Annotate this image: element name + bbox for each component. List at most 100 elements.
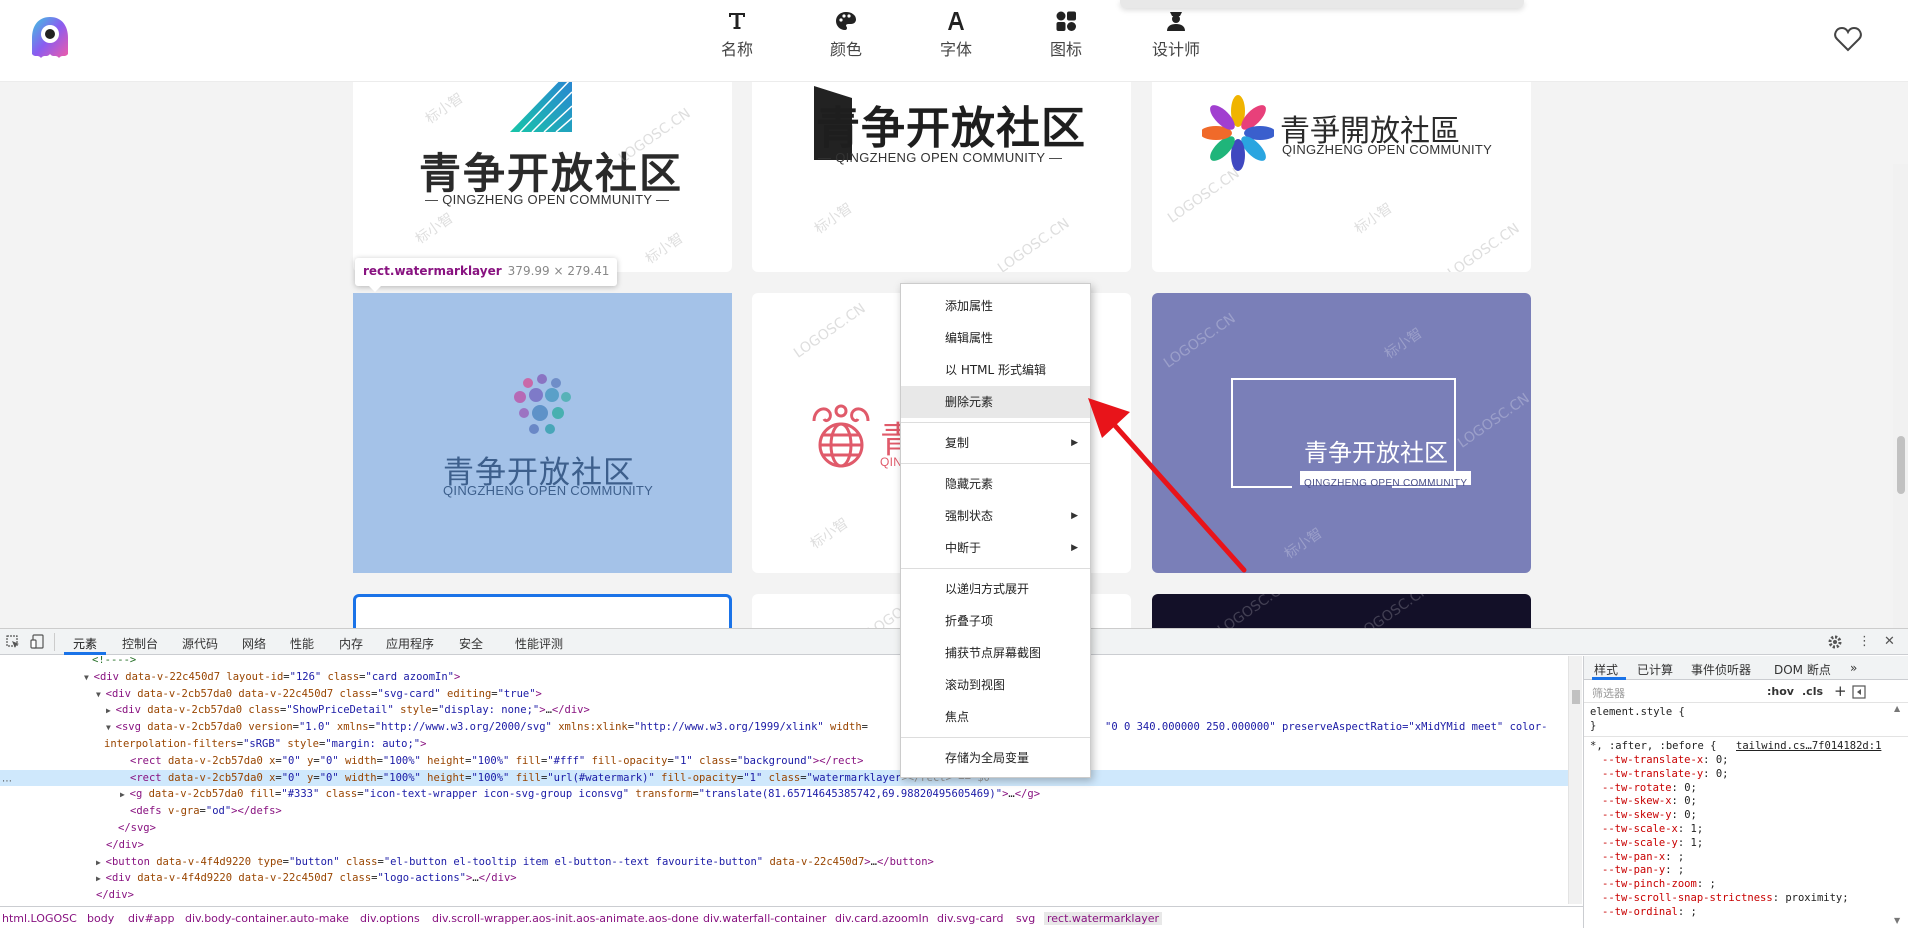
menu-item-add-attribute[interactable]: 添加属性 — [901, 290, 1090, 322]
dom-node[interactable]: ▶ <div data-v-4f4d9220 data-v-22c450d7 c… — [0, 870, 517, 887]
breadcrumb-item[interactable]: div.body-container.auto-make — [185, 912, 349, 925]
css-property[interactable]: --tw-translate-x: 0; — [1602, 754, 1728, 768]
gear-icon[interactable] — [1827, 634, 1843, 650]
menu-item-edit-attribute[interactable]: 编辑属性 — [901, 322, 1090, 354]
menu-item-focus[interactable]: 焦点 — [901, 701, 1090, 733]
menu-item-delete-element[interactable]: 删除元素 — [901, 386, 1090, 418]
rule-source-link[interactable]: tailwind.cs…7f014182d:1 — [1736, 740, 1881, 754]
menu-item-expand-recursively[interactable]: 以递归方式展开 — [901, 573, 1090, 605]
breadcrumb-item[interactable]: div.options — [360, 912, 420, 925]
tab-memory[interactable]: 内存 — [339, 635, 363, 652]
menu-item-edit-as-html[interactable]: 以 HTML 形式编辑 — [901, 354, 1090, 386]
tab-event-listeners[interactable]: 事件侦听器 — [1691, 661, 1751, 678]
tab-styles[interactable]: 样式 — [1594, 661, 1618, 678]
menu-item-store-global[interactable]: 存储为全局变量 — [901, 742, 1090, 774]
css-property[interactable]: --tw-skew-y: 0; — [1602, 809, 1697, 823]
cls-toggle-button[interactable]: .cls — [1802, 685, 1823, 698]
tab-dom-breakpoints[interactable]: DOM 断点 — [1774, 661, 1831, 678]
nav-item-name[interactable]: 名称 — [702, 8, 772, 60]
dom-node[interactable]: </svg> — [0, 820, 156, 837]
css-property[interactable]: --tw-scale-y: 1; — [1602, 837, 1703, 851]
breadcrumb-item[interactable]: div#app — [128, 912, 174, 925]
collapse-triangle-icon[interactable]: ▶ — [96, 874, 106, 883]
page-scrollbar[interactable] — [1893, 164, 1908, 628]
toggle-sidebar-icon[interactable] — [1852, 685, 1866, 699]
collapse-triangle-icon[interactable]: ▶ — [120, 790, 130, 799]
expand-triangle-icon[interactable]: ▼ — [96, 690, 106, 699]
dom-node[interactable]: <rect data-v-2cb57da0 x="0" y="0" width=… — [0, 753, 863, 770]
logo-card[interactable]: 青争开放社区 — QINGZHENG OPEN COMMUNITY — 标小智 … — [752, 82, 1131, 272]
tab-application[interactable]: 应用程序 — [386, 635, 434, 652]
tab-elements[interactable]: 元素 — [73, 635, 97, 652]
breadcrumb-item[interactable]: html.LOGOSC — [2, 912, 77, 925]
scroll-down-arrow-icon[interactable]: ▼ — [1894, 916, 1900, 925]
dom-node[interactable]: ▶ <div data-v-2cb57da0 class="ShowPriceD… — [0, 702, 590, 719]
breadcrumb-item[interactable]: div.waterfall-container — [703, 912, 826, 925]
breadcrumb-item-current[interactable]: rect.watermarklayer — [1044, 912, 1162, 925]
new-rule-button[interactable]: + — [1834, 682, 1847, 700]
tab-computed[interactable]: 已计算 — [1637, 661, 1673, 678]
heart-icon[interactable] — [1834, 26, 1862, 52]
breadcrumb-item[interactable]: svg — [1016, 912, 1035, 925]
dom-node[interactable]: <!----> — [0, 656, 136, 669]
nav-item-font[interactable]: 字体 — [921, 8, 991, 60]
tab-sources[interactable]: 源代码 — [182, 635, 218, 652]
dom-node[interactable]: ▼ <svg data-v-2cb57da0 version = "1.0" xml… — [0, 719, 1548, 736]
collapse-triangle-icon[interactable]: ▶ — [106, 706, 116, 715]
menu-item-hide-element[interactable]: 隐藏元素 — [901, 468, 1090, 500]
css-property[interactable]: --tw-ordinal: ; — [1602, 906, 1697, 920]
dom-node[interactable]: interpolation-filters="sRGB" style="marg… — [0, 736, 426, 753]
logo-card[interactable]: 青争开放社区 — QINGZHENG OPEN COMMUNITY — 标小智 … — [353, 82, 732, 272]
more-tabs-icon[interactable]: » — [1850, 661, 1857, 675]
app-logo-icon[interactable] — [26, 14, 74, 62]
tab-lighthouse[interactable]: 性能评测 — [515, 635, 563, 652]
dom-node[interactable]: ▶ <button data-v-4f4d9220 type="button" … — [0, 854, 934, 871]
breadcrumb-item[interactable]: div.scroll-wrapper.aos-init.aos-animate.… — [432, 912, 699, 925]
elements-tree[interactable]: <!----> ▼ <div data-v-22c450d7 layout-id=… — [0, 656, 1583, 904]
tab-security[interactable]: 安全 — [459, 635, 483, 652]
device-toolbar-icon[interactable] — [30, 634, 44, 649]
logo-card[interactable]: 青爭開放社區 QINGZHENG OPEN COMMUNITY LOGOSC.C… — [1152, 82, 1531, 272]
dom-node[interactable]: <defs v-gra="od"></defs> — [0, 803, 282, 820]
dom-node[interactable]: ▼ <div data-v-2cb57da0 data-v-22c450d7 c… — [0, 686, 542, 703]
dom-node[interactable]: </div> — [0, 837, 144, 854]
css-property[interactable]: --tw-scale-x: 1; — [1602, 823, 1703, 837]
scroll-up-arrow-icon[interactable]: ▲ — [1894, 704, 1900, 713]
inspect-element-icon[interactable] — [6, 635, 20, 649]
breadcrumb-item[interactable]: div.svg-card — [937, 912, 1003, 925]
filter-input[interactable]: 筛选器 — [1592, 685, 1625, 701]
menu-item-break-on[interactable]: 中断于 ▶ — [901, 532, 1090, 564]
menu-item-collapse-children[interactable]: 折叠子项 — [901, 605, 1090, 637]
logo-card-selected[interactable] — [353, 594, 732, 628]
close-icon[interactable]: ✕ — [1884, 634, 1895, 649]
breadcrumb-item[interactable]: body — [87, 912, 114, 925]
menu-item-capture-screenshot[interactable]: 捕获节点屏幕截图 — [901, 637, 1090, 669]
menu-item-copy[interactable]: 复制 ▶ — [901, 427, 1090, 459]
nav-item-icons[interactable]: 图标 — [1031, 8, 1101, 60]
logo-card-highlighted[interactable]: 青争开放社区 QINGZHENG OPEN COMMUNITY — [353, 293, 732, 573]
expand-triangle-icon[interactable]: ▼ — [84, 673, 94, 682]
nav-item-designer[interactable]: 设计师 — [1141, 8, 1211, 60]
elements-scroll-thumb[interactable] — [1572, 690, 1580, 704]
tab-console[interactable]: 控制台 — [122, 635, 158, 652]
expand-triangle-icon[interactable]: ▼ — [106, 723, 116, 732]
kebab-menu-icon[interactable]: ⋮ — [1858, 634, 1871, 649]
menu-item-scroll-into-view[interactable]: 滚动到视图 — [901, 669, 1090, 701]
dom-node[interactable]: ▼ <div data-v-22c450d7 layout-id="126" c… — [0, 669, 460, 686]
nav-item-color[interactable]: 颜色 — [811, 8, 881, 60]
logo-card[interactable]: LOGOSC.CN LOGOSC.CN — [1152, 594, 1531, 628]
hov-toggle-button[interactable]: :hov — [1767, 685, 1794, 698]
dom-node[interactable]: </div> — [0, 887, 134, 904]
css-property[interactable]: --tw-translate-y: 0; — [1602, 768, 1728, 782]
page-scroll-thumb[interactable] — [1897, 436, 1905, 494]
css-property[interactable]: --tw-skew-x: 0; — [1602, 795, 1697, 809]
style-rules[interactable]: element.style { } *, :after, :before { t… — [1584, 704, 1908, 928]
css-property[interactable]: --tw-pinch-zoom: ; — [1602, 878, 1716, 892]
dom-node-selected[interactable]: <rect data-v-2cb57da0 x="0" y="0" width=… — [0, 769, 1568, 787]
elements-scrollbar[interactable] — [1568, 656, 1582, 904]
tab-network[interactable]: 网络 — [242, 635, 266, 652]
css-property[interactable]: --tw-rotate: 0; — [1602, 782, 1697, 796]
css-property[interactable]: --tw-scroll-snap-strictness: proximity; — [1602, 892, 1849, 906]
css-property[interactable]: --tw-pan-y: ; — [1602, 864, 1684, 878]
breadcrumb-item[interactable]: div.card.azoomIn — [835, 912, 929, 925]
